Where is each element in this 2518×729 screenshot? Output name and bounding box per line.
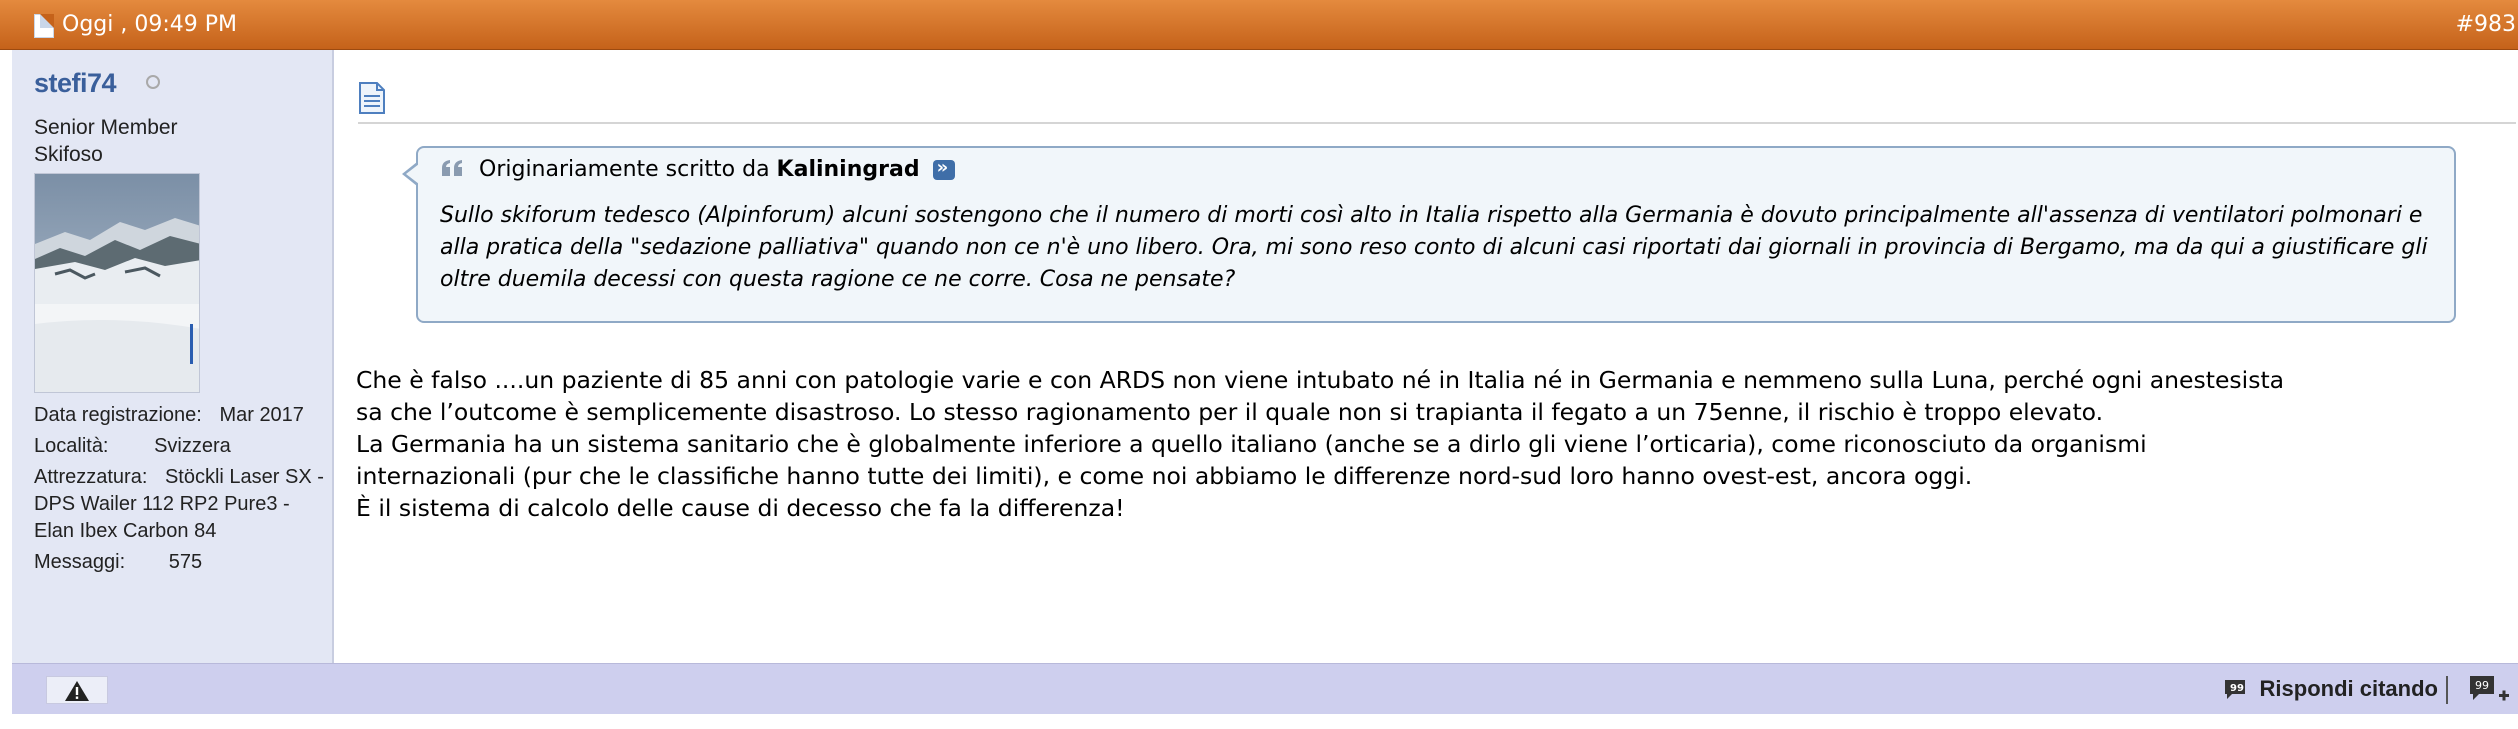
offline-status-icon	[146, 75, 160, 89]
quote-prefix: Originariamente scritto da	[479, 157, 770, 182]
quote-box: Originariamente scritto da Kaliningrad S…	[402, 146, 2456, 323]
user-title: Senior Member Skifoso	[34, 114, 178, 168]
speech-bubble-icon: 99	[2225, 680, 2246, 699]
user-stats: Data registrazione: Mar 2017 Località: S…	[34, 402, 334, 580]
quote-marks-icon	[442, 160, 462, 176]
report-post-button[interactable]	[46, 676, 108, 704]
post-footer: 99 Rispondi citando 99	[12, 663, 2518, 714]
post-header: Oggi , 09:49 PM #983	[0, 0, 2518, 50]
post-number-link[interactable]: #983	[2456, 12, 2516, 37]
message-line: È il sistema di calcolo delle cause di d…	[356, 494, 1125, 522]
post-date: Oggi , 09:49 PM	[62, 12, 237, 37]
user-custom-title: Skifoso	[34, 143, 103, 166]
user-info-panel: stefi74 Senior Member Skifoso Data regis…	[12, 50, 334, 663]
quote-author: Kaliningrad	[776, 157, 920, 182]
message-line: Che è falso ....un paziente di 85 anni c…	[356, 366, 2285, 394]
stat-join-date: Data registrazione: Mar 2017	[34, 404, 304, 426]
post-content: Originariamente scritto da Kaliningrad S…	[336, 50, 2518, 663]
stat-messages: Messaggi: 575	[34, 551, 203, 573]
content-separator	[358, 122, 2516, 124]
message-line: internazionali (pur che le classifiche h…	[356, 462, 1973, 490]
quote-text: Sullo skiforum tedesco (Alpinforum) alcu…	[440, 203, 2428, 292]
forum-post: Oggi , 09:49 PM #983 stefi74 Senior Memb…	[0, 0, 2518, 729]
message-line: La Germania ha un sistema sanitario che …	[356, 430, 2147, 458]
svg-text:99: 99	[2475, 679, 2489, 692]
reply-with-quote-label: Rispondi citando	[2259, 676, 2438, 701]
svg-text:99: 99	[2230, 683, 2244, 694]
footer-divider	[2446, 676, 2448, 704]
reply-with-quote-button[interactable]: 99 Rispondi citando	[2223, 676, 2438, 702]
message-line: sa che l’outcome è semplicemente disastr…	[356, 398, 2104, 426]
stat-equipment: Attrezzatura: Stöckli Laser SX - DPS Wai…	[34, 466, 324, 542]
post-document-icon	[359, 82, 385, 114]
document-icon	[34, 14, 54, 38]
multi-quote-icon[interactable]: 99	[2468, 674, 2512, 706]
quote-header: Originariamente scritto da Kaliningrad	[440, 157, 955, 182]
user-rank: Senior Member	[34, 116, 178, 139]
username-link[interactable]: stefi74	[34, 68, 117, 99]
stat-location: Località: Svizzera	[34, 435, 231, 457]
avatar[interactable]	[34, 173, 200, 393]
warning-icon	[65, 681, 89, 701]
message-body: Che è falso ....un paziente di 85 anni c…	[356, 364, 2514, 524]
view-post-icon[interactable]	[932, 157, 955, 180]
